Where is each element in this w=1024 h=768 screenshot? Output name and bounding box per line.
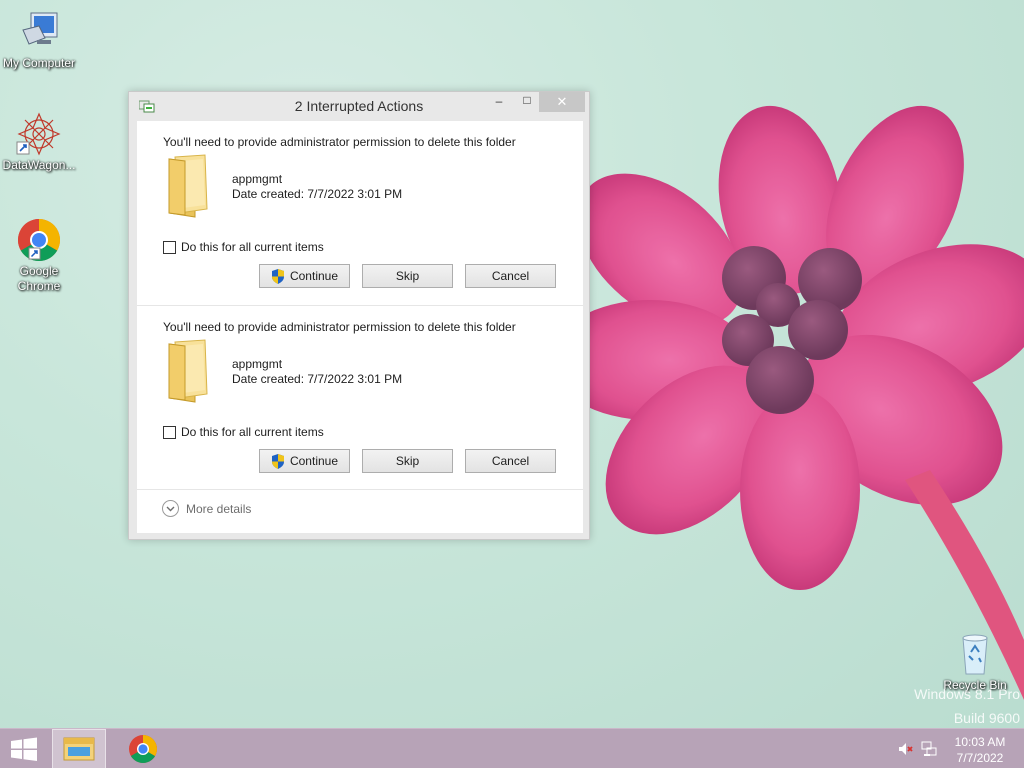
- network-icon[interactable]: [921, 741, 937, 757]
- continue-label: Continue: [289, 454, 339, 468]
- more-details-toggle[interactable]: More details: [162, 500, 251, 517]
- recycle-bin-icon: [951, 630, 999, 678]
- action-message: You'll need to provide administrator per…: [163, 320, 516, 334]
- desktop-icon-google-chrome[interactable]: Google Chrome: [0, 216, 78, 294]
- windows-start-icon: [11, 737, 37, 761]
- taskbar: 10:03 AM 7/7/2022: [0, 728, 1024, 768]
- desktop-icon-label: Google Chrome: [17, 264, 61, 293]
- skip-button[interactable]: Skip: [362, 264, 453, 288]
- dialog-content: You'll need to provide administrator per…: [137, 121, 583, 533]
- apply-to-all-checkbox[interactable]: [163, 425, 176, 439]
- desktop-icon-recycle-bin[interactable]: Recycle Bin: [936, 630, 1014, 693]
- details-divider: [137, 489, 583, 490]
- apply-to-all-label[interactable]: Do this for all current items: [181, 425, 324, 439]
- folder-name: appmgmt: [232, 172, 283, 186]
- folder-icon: [168, 154, 208, 218]
- folder-icon: [168, 339, 208, 403]
- continue-label: Continue: [289, 269, 339, 283]
- system-clock[interactable]: 10:03 AM 7/7/2022: [940, 734, 1020, 766]
- cancel-button[interactable]: Cancel: [465, 264, 556, 288]
- continue-button[interactable]: Continue: [259, 449, 350, 473]
- chevron-down-icon: [162, 500, 179, 517]
- dialog-titlebar[interactable]: 2 Interrupted Actions – □ ✕: [129, 92, 589, 120]
- maximize-button[interactable]: □: [513, 93, 541, 113]
- datawagon-icon: [15, 110, 63, 158]
- chrome-taskbar-button[interactable]: [116, 729, 170, 768]
- close-button[interactable]: ✕: [539, 92, 585, 112]
- interrupted-actions-dialog: 2 Interrupted Actions – □ ✕ You'll need …: [128, 91, 590, 540]
- chrome-icon: [15, 216, 63, 264]
- action-message: You'll need to provide administrator per…: [163, 135, 516, 149]
- volume-muted-icon[interactable]: [897, 741, 913, 757]
- interrupted-action-item: You'll need to provide administrator per…: [137, 121, 583, 305]
- windows-watermark-build: Build 9600: [953, 710, 1020, 726]
- interrupted-action-item: You'll need to provide administrator per…: [137, 305, 583, 489]
- computer-icon: [15, 8, 63, 56]
- apply-to-all-label[interactable]: Do this for all current items: [181, 240, 324, 254]
- folder-date-created: Date created: 7/7/2022 3:01 PM: [232, 372, 403, 386]
- uac-shield-icon: [271, 268, 284, 284]
- chrome-icon: [129, 735, 157, 763]
- folder-name: appmgmt: [232, 357, 283, 371]
- desktop-icon-my-computer[interactable]: My Computer: [0, 8, 78, 71]
- clock-date: 7/7/2022: [956, 751, 1004, 765]
- uac-shield-icon: [271, 453, 284, 469]
- apply-to-all-checkbox-row[interactable]: Do this for all current items: [163, 425, 324, 439]
- clock-time: 10:03 AM: [954, 735, 1006, 749]
- cancel-button[interactable]: Cancel: [465, 449, 556, 473]
- desktop-icon-label: My Computer: [2, 56, 76, 70]
- minimize-button[interactable]: –: [485, 94, 513, 114]
- desktop-icon-label: DataWagon...: [2, 158, 76, 172]
- file-explorer-button[interactable]: [52, 729, 106, 768]
- start-button[interactable]: [0, 729, 48, 768]
- folder-date-created: Date created: 7/7/2022 3:01 PM: [232, 187, 403, 201]
- desktop-icon-datawagon[interactable]: DataWagon...: [0, 110, 78, 173]
- windows-watermark-edition: Windows 8.1 Pro: [914, 686, 1020, 702]
- apply-to-all-checkbox[interactable]: [163, 240, 176, 254]
- more-details-label: More details: [186, 501, 252, 516]
- skip-button[interactable]: Skip: [362, 449, 453, 473]
- apply-to-all-checkbox-row[interactable]: Do this for all current items: [163, 240, 324, 254]
- file-explorer-icon: [63, 737, 95, 761]
- continue-button[interactable]: Continue: [259, 264, 350, 288]
